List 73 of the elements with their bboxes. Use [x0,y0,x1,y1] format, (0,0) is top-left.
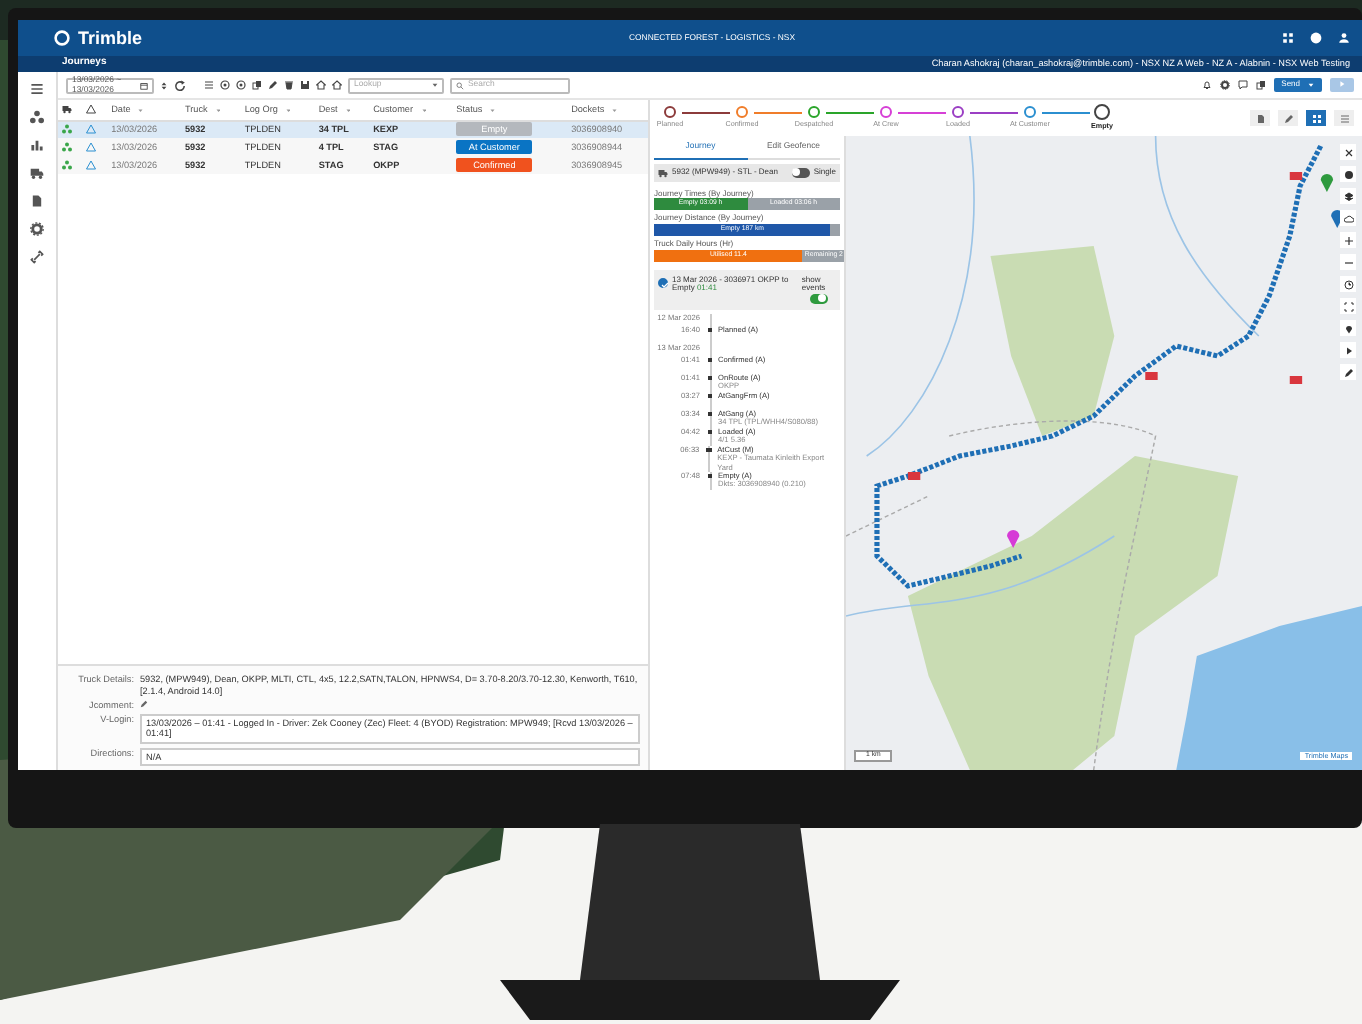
view-button[interactable] [1306,110,1326,126]
play-icon [1343,345,1353,355]
map-control-button[interactable] [1340,188,1356,204]
truck-icon [658,167,668,178]
close-icon [1343,147,1353,157]
pin-icon [1343,323,1353,333]
search-icon [456,81,464,89]
settings-icon[interactable] [1219,80,1230,90]
timeline-marker [707,393,713,399]
refresh-icon[interactable] [174,79,186,91]
bell-icon[interactable] [1201,80,1212,90]
map-control-button[interactable] [1340,144,1356,160]
caret-icon [1308,82,1314,88]
map-control-button[interactable] [1340,276,1356,292]
list-icon[interactable] [204,80,214,90]
map-control-button[interactable] [1340,166,1356,182]
chat-icon[interactable] [1237,80,1248,90]
sort-icon[interactable] [160,79,168,91]
event-marker-icon[interactable] [907,472,921,480]
clock-icon [1343,279,1353,289]
timeline-marker [707,375,713,381]
single-toggle[interactable] [791,167,810,178]
settings-icon[interactable] [30,222,44,236]
timeline-marker [707,473,713,479]
copy-icon[interactable] [1255,80,1266,90]
menu-icon[interactable] [30,82,44,96]
edit-icon[interactable] [268,80,278,90]
timeline-marker [706,447,712,453]
map-control-button[interactable] [1340,210,1356,226]
trimble-logo-icon [54,30,70,46]
trash-icon[interactable] [284,80,294,90]
view-button[interactable] [1250,110,1270,126]
zoom-in-icon [1343,235,1353,245]
document-icon[interactable] [30,194,44,208]
step-circle[interactable] [952,106,964,119]
caret-icon [432,82,438,88]
view-button[interactable] [1278,110,1298,126]
calendar-icon [140,81,148,89]
timeline-marker [707,357,713,363]
save-icon[interactable] [300,80,310,90]
map-control-button[interactable] [1340,364,1356,380]
events-toggle[interactable] [809,293,828,304]
event-marker-icon[interactable] [1289,172,1303,180]
edit-icon[interactable] [140,699,148,708]
user-icon[interactable] [1338,32,1350,44]
apps-grid-icon[interactable] [1282,32,1294,44]
logo-text: Trimble [78,27,143,49]
document-icon [1255,113,1265,123]
layers-icon [1343,191,1353,201]
cloud-icon [1343,213,1353,223]
timeline-marker [707,411,713,417]
copy-icon[interactable] [252,80,262,90]
truck-icon [62,104,72,115]
bar-chart-icon[interactable] [30,138,44,152]
map-control-button[interactable] [1340,342,1356,358]
trip-checkbox[interactable] [658,277,668,288]
edit-icon [1283,113,1293,123]
truck-icon[interactable] [30,166,44,180]
edit-icon [1343,367,1353,377]
step-circle[interactable] [664,106,676,119]
list-icon [1339,113,1349,123]
timeline-marker [707,429,713,435]
timeline-marker [707,327,713,333]
grid-icon [1311,113,1321,123]
event-marker-icon[interactable] [1145,372,1158,380]
event-marker-icon[interactable] [1289,376,1303,384]
check-icon [660,279,670,290]
map-control-button[interactable] [1340,320,1356,336]
step-circle[interactable] [1094,104,1110,121]
expand-icon [1343,301,1353,311]
location-pin-icon[interactable] [1007,530,1020,548]
zoom-out-icon [1343,257,1353,267]
network-icon[interactable] [30,110,44,124]
